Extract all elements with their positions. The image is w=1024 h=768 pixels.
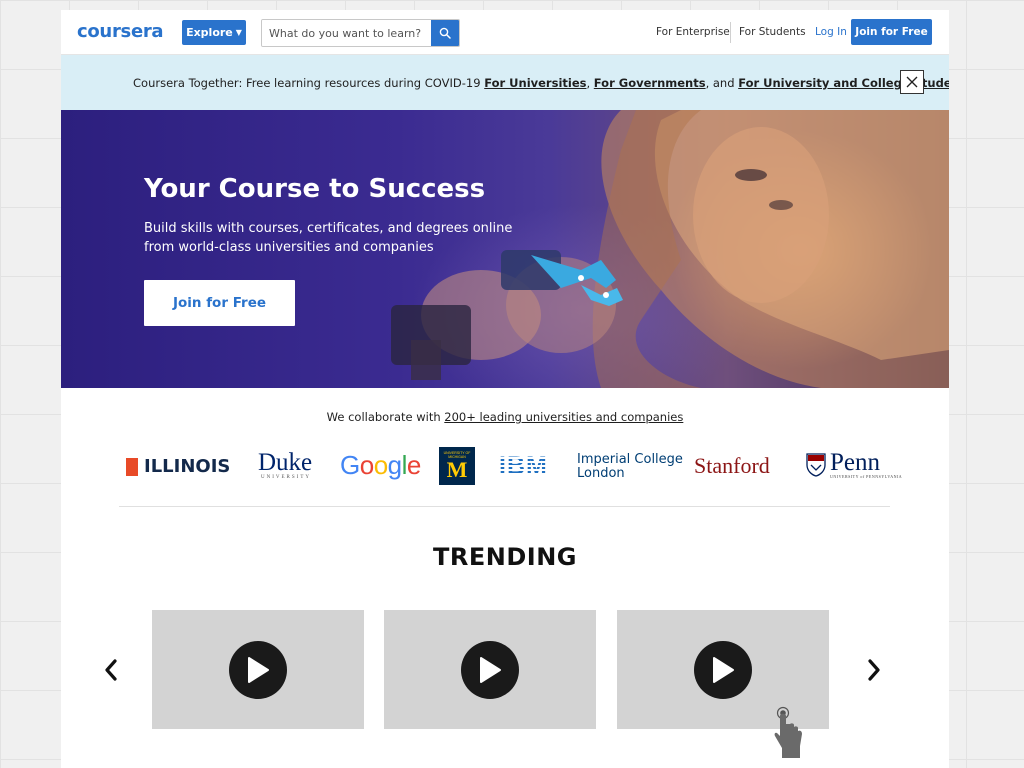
ibm-logo[interactable]: IBM: [499, 452, 548, 481]
banner-separator: , and: [705, 76, 739, 90]
penn-shield-icon: [806, 453, 826, 477]
top-nav: coursera Explore ▼ For Enterprise For St…: [61, 10, 949, 55]
for-governments-link[interactable]: For Governments: [594, 76, 706, 90]
stanford-logo[interactable]: Stanford: [694, 453, 770, 479]
for-universities-link[interactable]: For Universities: [484, 76, 586, 90]
trending-video-card[interactable]: [152, 610, 364, 729]
duke-wordmark: Duke: [258, 449, 313, 476]
close-banner-button[interactable]: [900, 70, 924, 94]
trending-video-card[interactable]: [384, 610, 596, 729]
join-for-free-button[interactable]: Join for Free: [851, 19, 932, 45]
page: coursera Explore ▼ For Enterprise For St…: [61, 10, 949, 768]
google-letter: o: [359, 450, 374, 480]
announcement-banner: Coursera Together: Free learning resourc…: [61, 55, 949, 110]
imperial-college-logo[interactable]: Imperial College London: [577, 453, 683, 481]
hero-subtitle-line: Build skills with courses, certificates,…: [144, 221, 513, 236]
coursera-logo[interactable]: coursera: [77, 21, 164, 42]
play-icon: [713, 656, 734, 683]
michigan-block-m: M: [446, 457, 468, 482]
illinois-logo[interactable]: ILLINOIS: [126, 456, 230, 477]
search-button[interactable]: [431, 20, 459, 46]
collaborate-text: We collaborate with 200+ leading univers…: [61, 410, 949, 424]
illinois-wordmark: ILLINOIS: [144, 456, 231, 477]
search-bar: [261, 19, 460, 47]
google-letter: g: [387, 450, 402, 480]
penn-subtitle: UNIVERSITY of PENNSYLVANIA: [830, 474, 903, 479]
hero-subtitle-line: from world-class universities and compan…: [144, 240, 434, 255]
trending-heading: TRENDING: [433, 543, 577, 571]
imperial-line: Imperial College: [577, 452, 683, 467]
google-letter: o: [373, 450, 388, 480]
chevron-down-icon: ▼: [235, 28, 242, 37]
illinois-block-i-icon: [126, 457, 138, 476]
search-input[interactable]: [262, 20, 431, 46]
hero-section: Your Course to Success Build skills with…: [61, 110, 949, 388]
play-button[interactable]: [694, 640, 752, 699]
play-icon: [248, 656, 269, 683]
for-students-link[interactable]: For Students: [739, 26, 806, 38]
chevron-right-icon: [868, 659, 880, 681]
penn-wordmark-group: Penn UNIVERSITY of PENNSYLVANIA: [830, 449, 903, 479]
chevron-left-icon: [105, 659, 117, 681]
partners-link[interactable]: 200+ leading universities and companies: [444, 410, 683, 424]
collaborate-prefix: We collaborate with: [326, 410, 445, 424]
duke-subtitle: UNIVERSITY: [261, 475, 311, 480]
search-icon: [439, 27, 451, 39]
hero-title: Your Course to Success: [144, 174, 486, 204]
section-divider: [119, 506, 890, 507]
explore-label: Explore: [186, 26, 233, 39]
hero-subtitle: Build skills with courses, certificates,…: [144, 219, 524, 257]
close-icon: [906, 76, 918, 88]
explore-button[interactable]: Explore ▼: [182, 20, 246, 45]
google-letter: e: [406, 450, 421, 480]
play-button[interactable]: [229, 640, 287, 699]
hand-pointer-icon: [774, 706, 802, 758]
michigan-logo[interactable]: UNIVERSITY OF MICHIGAN M: [439, 447, 475, 485]
nav-divider: [730, 22, 731, 43]
banner-text: Coursera Together: Free learning resourc…: [133, 76, 949, 90]
duke-logo[interactable]: Duke UNIVERSITY: [258, 449, 313, 480]
hero-join-button[interactable]: Join for Free: [144, 280, 295, 326]
for-enterprise-link[interactable]: For Enterprise: [656, 26, 730, 38]
carousel-prev-button[interactable]: [99, 658, 123, 682]
google-letter: G: [340, 450, 360, 480]
banner-separator: ,: [586, 76, 594, 90]
imperial-line: London: [577, 466, 625, 481]
login-link[interactable]: Log In: [815, 26, 847, 38]
banner-prefix: Coursera Together: Free learning resourc…: [133, 76, 485, 90]
carousel-next-button[interactable]: [862, 658, 886, 682]
penn-wordmark: Penn: [830, 449, 880, 476]
play-icon: [480, 656, 501, 683]
google-logo[interactable]: Google: [340, 450, 421, 481]
play-button[interactable]: [461, 640, 519, 699]
penn-logo[interactable]: Penn UNIVERSITY of PENNSYLVANIA: [806, 449, 903, 479]
